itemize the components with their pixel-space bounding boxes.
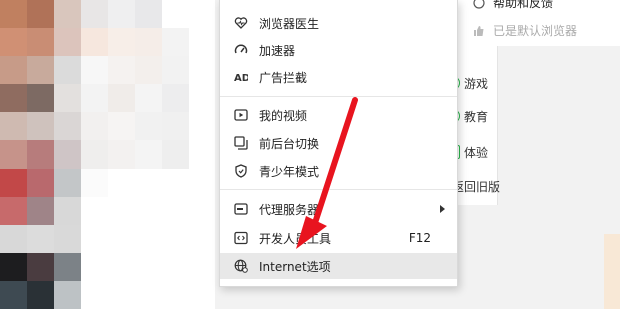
- red-annotation-arrow: [296, 97, 358, 249]
